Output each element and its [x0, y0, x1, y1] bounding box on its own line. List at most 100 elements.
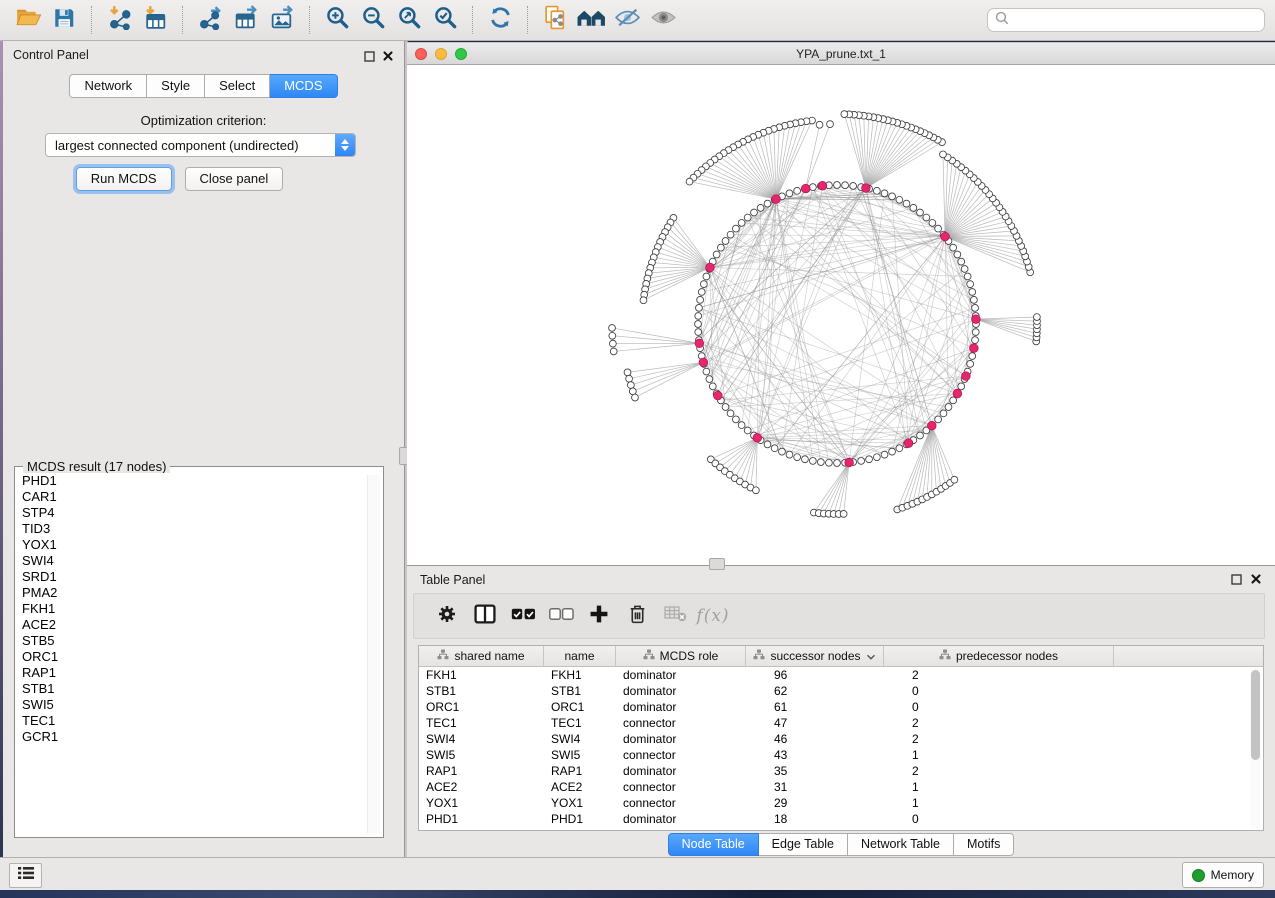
tab-edge-table[interactable]: Edge Table — [759, 833, 848, 856]
float-panel-icon[interactable] — [362, 49, 376, 63]
mcds-result-item[interactable]: SRD1 — [16, 569, 382, 585]
hide-selected-button[interactable] — [609, 4, 645, 36]
table-cell: YOX1 — [419, 796, 544, 810]
criterion-select-value: largest connected component (undirected) — [46, 138, 335, 153]
zoom-out-button[interactable] — [355, 4, 391, 36]
export-image-button[interactable] — [264, 4, 300, 36]
table-row[interactable]: RAP1RAP1dominator352 — [419, 763, 1263, 779]
mcds-result-item[interactable]: CAR1 — [16, 489, 382, 505]
ring-node — [695, 313, 702, 320]
import-table-button[interactable] — [137, 4, 173, 36]
leaf-node — [629, 388, 636, 395]
table-row[interactable]: SWI5SWI5connector431 — [419, 747, 1263, 763]
mcds-result-item[interactable]: GCR1 — [16, 729, 382, 745]
ring-node — [834, 182, 841, 189]
mcds-list-scrollbar[interactable] — [367, 475, 380, 833]
column-type-icon — [939, 649, 951, 663]
save-session-button[interactable] — [46, 4, 82, 36]
column-header-name[interactable]: name — [544, 646, 616, 666]
leaf-node — [609, 325, 616, 332]
ring-node — [972, 337, 979, 344]
close-panel-button[interactable]: Close panel — [185, 167, 284, 191]
search-input[interactable] — [1014, 12, 1257, 28]
export-network-button[interactable] — [192, 4, 228, 36]
table-row[interactable]: ACE2ACE2connector311 — [419, 779, 1263, 795]
select-all-button[interactable] — [506, 599, 540, 633]
close-panel-icon[interactable] — [381, 49, 395, 63]
mcds-result-item[interactable]: SWI5 — [16, 697, 382, 713]
mcds-result-item[interactable]: STB5 — [16, 633, 382, 649]
column-header-MCDS-role[interactable]: MCDS role — [616, 646, 746, 666]
mcds-result-item[interactable]: PHD1 — [16, 473, 382, 489]
mcds-result-item[interactable]: FKH1 — [16, 601, 382, 617]
table-row[interactable]: ORC1ORC1dominator610 — [419, 699, 1263, 715]
mcds-result-item[interactable]: RAP1 — [16, 665, 382, 681]
mcds-hub-node — [714, 391, 723, 400]
mcds-result-item[interactable]: ORC1 — [16, 649, 382, 665]
sort-chevron-icon[interactable] — [866, 649, 876, 663]
ring-node — [722, 238, 729, 245]
table-mode-button[interactable] — [430, 599, 464, 633]
search-icon — [995, 11, 1009, 30]
tab-network[interactable]: Network — [69, 74, 147, 98]
run-mcds-button[interactable]: Run MCDS — [76, 167, 172, 191]
tab-motifs[interactable]: Motifs — [954, 833, 1014, 856]
leaf-node — [610, 348, 617, 355]
mcds-result-item[interactable]: PMA2 — [16, 585, 382, 601]
create-column-button[interactable] — [582, 599, 616, 633]
show-columns-button[interactable] — [468, 599, 502, 633]
mcds-result-item[interactable]: TEC1 — [16, 713, 382, 729]
table-row[interactable]: PHD1PHD1dominator180 — [419, 811, 1263, 827]
delete-column-button[interactable] — [620, 599, 654, 633]
memory-button[interactable]: Memory — [1182, 862, 1264, 888]
mcds-result-item[interactable]: ACE2 — [16, 617, 382, 633]
tab-mcds[interactable]: MCDS — [270, 74, 337, 98]
ring-node — [697, 296, 704, 303]
apply-preferred-layout-button[interactable] — [482, 4, 518, 36]
ring-node — [969, 289, 976, 296]
float-panel-icon[interactable] — [1229, 572, 1243, 586]
mcds-result-item[interactable]: STP4 — [16, 505, 382, 521]
zoom-selected-button[interactable] — [427, 4, 463, 36]
column-header-successor-nodes[interactable]: successor nodes — [746, 646, 884, 666]
horizontal-splitter-handle[interactable] — [709, 558, 725, 570]
automation-panel-button[interactable] — [9, 863, 42, 888]
column-header-shared-name[interactable]: shared name — [419, 646, 544, 666]
mcds-result-item[interactable]: SWI4 — [16, 553, 382, 569]
mcds-result-item[interactable]: TID3 — [16, 521, 382, 537]
ring-node — [700, 281, 707, 288]
table-cell: dominator — [616, 812, 746, 826]
show-all-button[interactable] — [645, 4, 681, 36]
mcds-result-item[interactable]: YOX1 — [16, 537, 382, 553]
close-panel-icon[interactable] — [1249, 572, 1263, 586]
ring-node — [794, 187, 801, 194]
zoom-in-button[interactable] — [319, 4, 355, 36]
mcds-result-item[interactable]: STB1 — [16, 681, 382, 697]
tab-network-table[interactable]: Network Table — [848, 833, 954, 856]
mcds-hub-node — [801, 184, 810, 193]
table-row[interactable]: FKH1FKH1dominator962 — [419, 667, 1263, 683]
criterion-select[interactable]: largest connected component (undirected) — [45, 133, 356, 157]
zoom-fit-button[interactable] — [391, 4, 427, 36]
table-cell: connector — [616, 796, 746, 810]
new-network-from-selection-button[interactable] — [537, 4, 573, 36]
ring-node — [889, 193, 896, 200]
table-row[interactable]: YOX1YOX1connector291 — [419, 795, 1263, 811]
column-header-predecessor-nodes[interactable]: predecessor nodes — [884, 646, 1114, 666]
network-canvas[interactable] — [407, 65, 1275, 565]
tab-node-table[interactable]: Node Table — [668, 833, 759, 856]
export-table-button[interactable] — [228, 4, 264, 36]
import-network-button[interactable] — [101, 4, 137, 36]
first-neighbors-button[interactable] — [573, 4, 609, 36]
network-window-titlebar[interactable]: YPA_prune.txt_1 — [407, 42, 1275, 65]
table-scrollbar-thumb[interactable] — [1251, 670, 1260, 760]
table-row[interactable]: STB1STB1dominator620 — [419, 683, 1263, 699]
tab-style[interactable]: Style — [147, 74, 205, 98]
tab-select[interactable]: Select — [205, 74, 270, 98]
table-scrollbar[interactable] — [1250, 668, 1261, 828]
open-file-button[interactable] — [10, 4, 46, 36]
table-row[interactable]: SWI4SWI4dominator462 — [419, 731, 1263, 747]
deselect-all-button[interactable] — [544, 599, 578, 633]
table-row[interactable]: TEC1TEC1connector472 — [419, 715, 1263, 731]
table-type-tabs: Node TableEdge TableNetwork TableMotifs — [407, 833, 1275, 856]
